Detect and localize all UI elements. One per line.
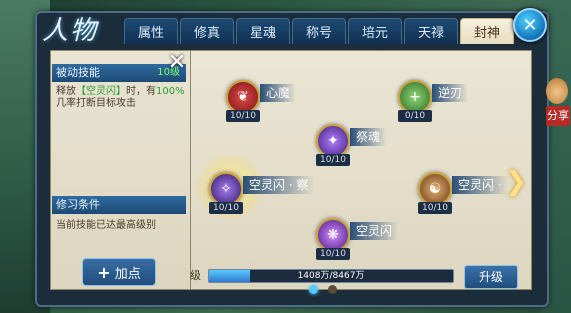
level-char: 级 [190, 269, 201, 282]
page-indicator [309, 285, 339, 297]
skill-name: 空灵闪 · 察 [243, 176, 315, 194]
page-dot[interactable] [309, 285, 318, 294]
add-point-label: 加点 [114, 266, 141, 282]
close-panel-icon[interactable]: ✕ [166, 52, 188, 74]
skill-count: 10/10 [209, 202, 243, 214]
share-button[interactable]: 分享 [546, 78, 570, 130]
close-icon: ✕ [522, 14, 538, 36]
skill-count: 10/10 [418, 202, 452, 214]
plus-icon: + [97, 262, 111, 282]
tab-attributes[interactable]: 属性 [124, 18, 178, 44]
desc-chance: 100% [156, 86, 185, 97]
share-label: 分享 [546, 106, 570, 126]
experience-progress-bar: 1408万/8467万 [208, 269, 454, 283]
page-dot[interactable] [328, 285, 337, 294]
skill-name: 空灵闪 [350, 222, 399, 240]
desc-prefix: 释放 [56, 86, 76, 97]
skill-count: 10/10 [226, 110, 260, 122]
window-title: 人物 [42, 16, 99, 46]
skill-name: 空灵闪 · [452, 176, 508, 194]
skill-name: 逆刃 [432, 84, 469, 102]
monkey-avatar-icon [546, 78, 568, 104]
tab-cultivation[interactable]: 修真 [180, 18, 234, 44]
desc-mid: 时，有 [126, 86, 156, 97]
skill-count: 10/10 [316, 154, 350, 166]
tab-nurture[interactable]: 培元 [348, 18, 402, 44]
void-flash-base-icon: ❋ [316, 218, 350, 252]
upgrade-bar: 级 1408万/8467万 升级 [190, 263, 530, 289]
desc-suffix: 几率打断目标攻击 [56, 98, 136, 109]
skill-description: 释放【空灵闪】时，有100% 几率打断目标攻击 [56, 86, 186, 110]
add-point-button[interactable]: + 加点 [82, 258, 156, 286]
tab-title[interactable]: 称号 [292, 18, 346, 44]
passive-skill-label: 被动技能 [56, 66, 100, 79]
void-flash-icon: ☯ [418, 172, 452, 206]
skill-name: 心魔 [260, 84, 297, 102]
skill-count: 0/10 [398, 110, 432, 122]
soul-rite-icon: ✦ [316, 124, 350, 158]
reverse-blade-icon: + [398, 80, 432, 114]
next-page-arrow-icon[interactable]: ❯ [505, 168, 527, 196]
progress-text: 1408万/8467万 [297, 271, 365, 281]
skill-count: 10/10 [316, 248, 350, 260]
close-button[interactable]: ✕ [513, 8, 547, 42]
void-flash-insight-icon: ✧ [209, 172, 243, 206]
heart-demon-icon: ❦ [226, 80, 260, 114]
tab-star-soul[interactable]: 星魂 [236, 18, 290, 44]
tab-bar: 属性 修真 星魂 称号 培元 天禄 封神 [124, 18, 514, 44]
upgrade-button[interactable]: 升级 [464, 265, 518, 289]
tab-fortune[interactable]: 天禄 [404, 18, 458, 44]
condition-header: 修习条件 [52, 196, 186, 214]
condition-text: 当前技能已达最高级别 [56, 220, 156, 231]
skill-name: 祭魂 [350, 128, 387, 146]
tab-deification[interactable]: 封神 [460, 18, 514, 44]
condition-label: 修习条件 [56, 198, 100, 211]
desc-skill-name: 【空灵闪】 [76, 86, 126, 97]
